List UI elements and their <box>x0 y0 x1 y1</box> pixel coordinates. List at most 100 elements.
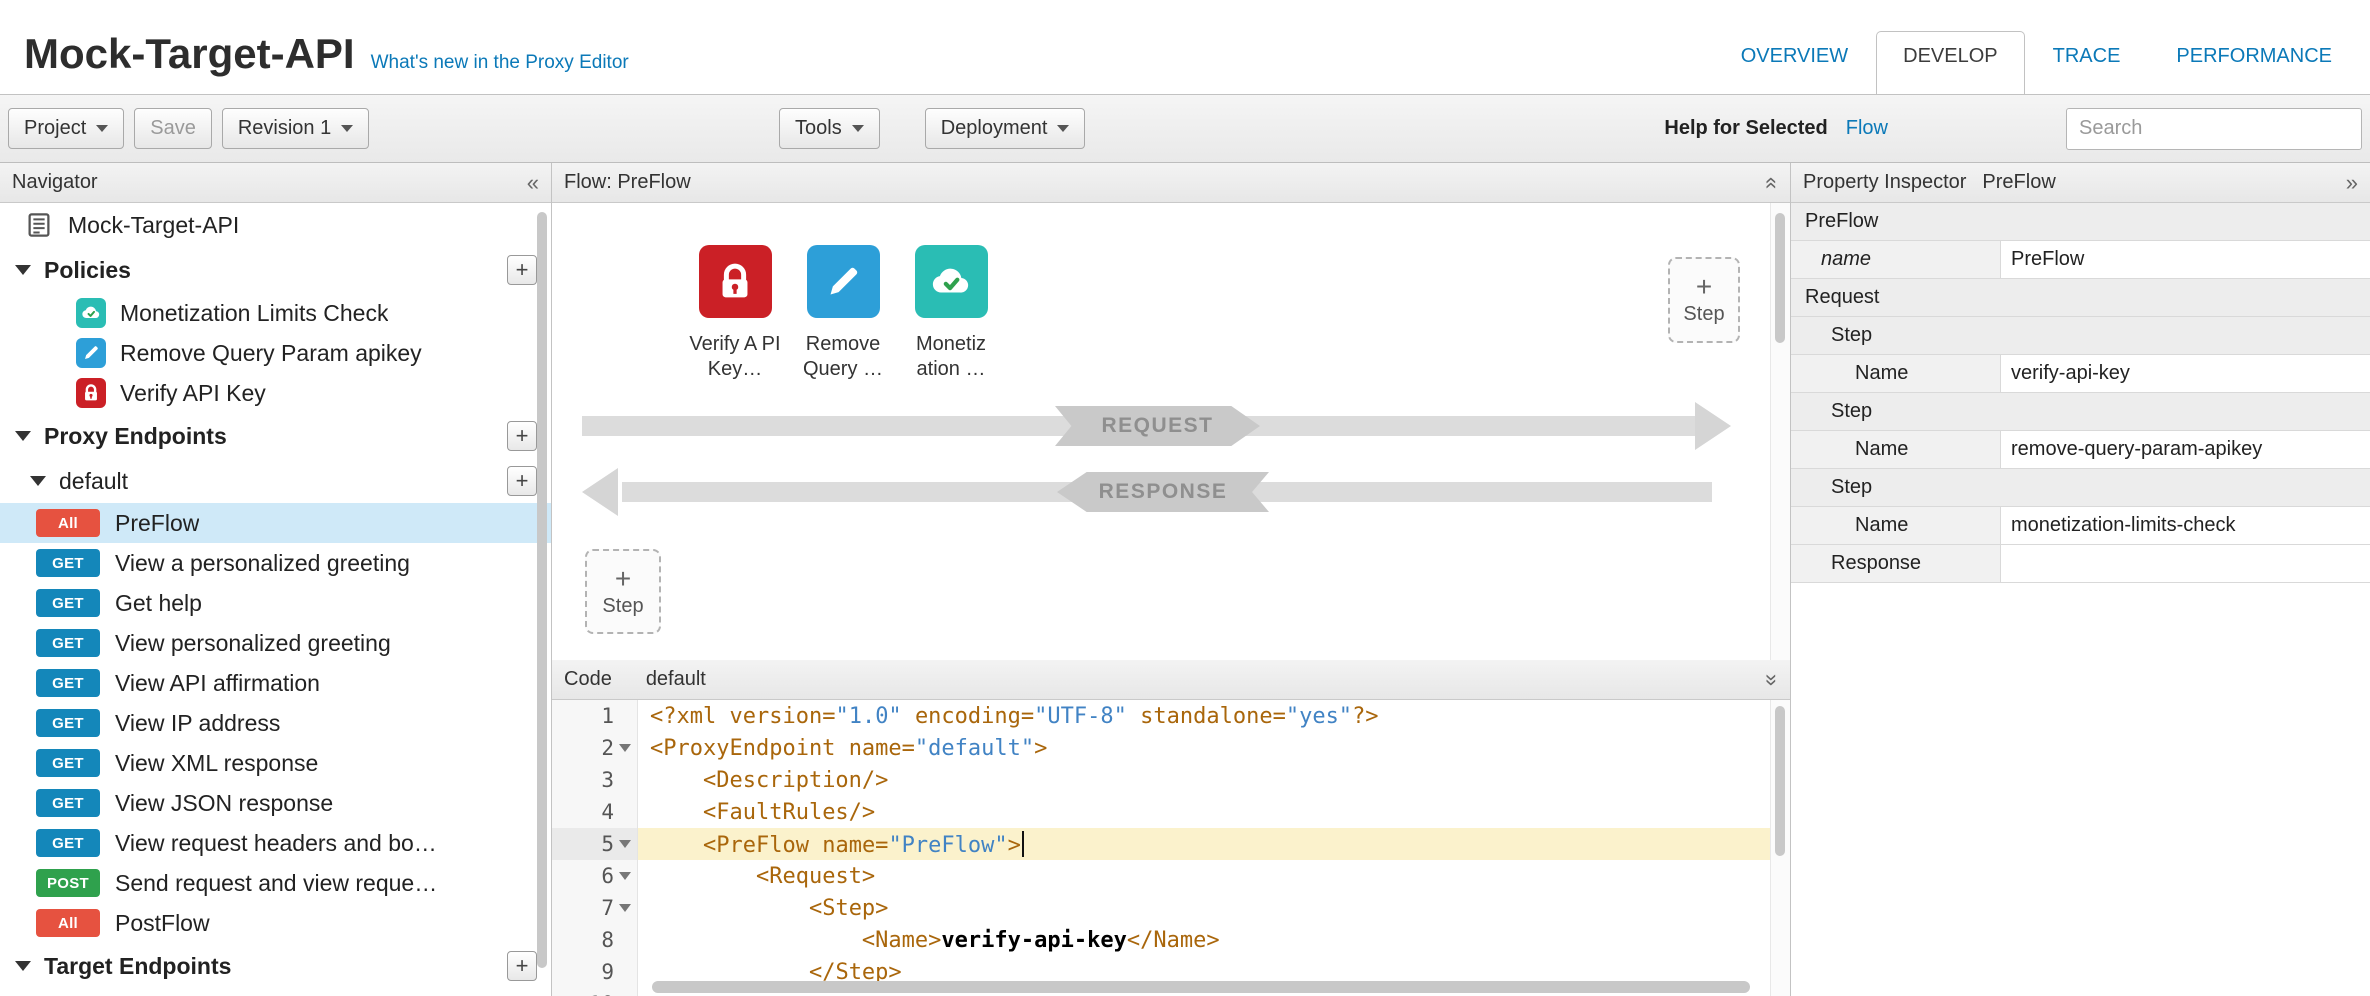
line-number: 8 <box>552 924 638 956</box>
inspector-value-field[interactable]: remove-query-param-apikey <box>2001 431 2370 468</box>
navigator-scrollbar[interactable] <box>537 212 547 968</box>
inspector-value-field[interactable]: PreFlow <box>2001 241 2370 278</box>
lock-icon <box>76 378 106 408</box>
nav-item-send-request-and-view-reque[interactable]: POSTSend request and view reque… <box>0 863 551 903</box>
nav-item-preflow[interactable]: AllPreFlow <box>0 503 551 543</box>
code-line[interactable]: 8 <Name>verify-api-key</Name> <box>552 924 1770 956</box>
code-line-text: <FaultRules/> <box>638 800 875 825</box>
cloud-check-icon <box>915 245 988 318</box>
flow-step-remove-query[interactable]: Remove Query … <box>788 245 898 382</box>
collapse-navigator-button[interactable]: « <box>527 170 539 196</box>
nav-item-mock-target-api[interactable]: Mock-Target-API <box>0 203 551 247</box>
code-line-text: <PreFlow name="PreFlow"> <box>638 831 1024 858</box>
nav-item-view-xml-response[interactable]: GETView XML response <box>0 743 551 783</box>
fold-toggle-icon[interactable] <box>619 872 631 880</box>
flow-title: Flow: PreFlow <box>564 171 691 194</box>
inspector-value-field[interactable]: monetization-limits-check <box>2001 507 2370 544</box>
method-badge: GET <box>36 549 100 577</box>
nav-item-view-json-response[interactable]: GETView JSON response <box>0 783 551 823</box>
revision-menu-button[interactable]: Revision 1 <box>222 108 369 149</box>
navigator-header: Navigator « <box>0 163 551 203</box>
code-line-body: <Step> <box>638 892 1770 924</box>
fold-toggle-icon[interactable] <box>619 904 631 912</box>
nav-item-monetization-limits-check[interactable]: Monetization Limits Check <box>0 293 551 333</box>
line-number: 4 <box>552 796 638 828</box>
deployment-menu-button[interactable]: Deployment <box>925 108 1086 149</box>
expand-inspector-button[interactable]: » <box>2346 170 2358 196</box>
method-badge: GET <box>36 789 100 817</box>
nav-item-view-ip-address[interactable]: GETView IP address <box>0 703 551 743</box>
nav-section-policies[interactable]: Policies + <box>0 247 551 293</box>
tab-overview[interactable]: OVERVIEW <box>1713 45 1876 94</box>
line-number-text: 7 <box>601 896 614 920</box>
nav-item-view-personalized-greeting[interactable]: GETView personalized greeting <box>0 623 551 663</box>
flow-step-monetiz-ation[interactable]: Monetiz ation … <box>896 245 1006 382</box>
fold-toggle-icon[interactable] <box>619 840 631 848</box>
tools-menu-button[interactable]: Tools <box>779 108 880 149</box>
add-proxy-endpoint-button[interactable]: + <box>507 421 537 451</box>
flow-step-verify-a-pi-key[interactable]: Verify A PI Key… <box>680 245 790 382</box>
fold-toggle-icon[interactable] <box>619 744 631 752</box>
save-button[interactable]: Save <box>134 108 212 149</box>
nav-section-label: Policies <box>44 257 131 284</box>
nav-section-proxy-endpoints[interactable]: Proxy Endpoints+ <box>0 413 551 459</box>
inspector-section-step: Step <box>1791 317 2370 355</box>
tab-trace[interactable]: TRACE <box>2025 45 2149 94</box>
lock-icon <box>699 245 772 318</box>
nav-item-view-request-headers-and-bo[interactable]: GETView request headers and bo… <box>0 823 551 863</box>
code-line[interactable]: 3 <Description/> <box>552 764 1770 796</box>
project-menu-button[interactable]: Project <box>8 108 124 149</box>
collapse-code-button[interactable]: » <box>1759 673 1785 685</box>
plus-icon: + <box>615 566 631 592</box>
flow-scrollbar-thumb[interactable] <box>1775 213 1785 343</box>
inspector-header: Property Inspector PreFlow » <box>1791 163 2370 203</box>
nav-item-remove-query-param-apikey[interactable]: Remove Query Param apikey <box>0 333 551 373</box>
whats-new-link[interactable]: What's new in the Proxy Editor <box>371 52 629 74</box>
inspector-row-name: Nameremove-query-param-apikey <box>1791 431 2370 469</box>
code-scrollbar-track[interactable] <box>1770 700 1790 996</box>
code-scrollbar-vertical[interactable] <box>1775 706 1785 856</box>
nav-item-postflow[interactable]: AllPostFlow <box>0 903 551 943</box>
nav-item-label: Verify API Key <box>120 380 266 407</box>
code-line[interactable]: 7 <Step> <box>552 892 1770 924</box>
collapse-flow-button[interactable]: « <box>1759 176 1785 188</box>
code-line[interactable]: 1<?xml version="1.0" encoding="UTF-8" st… <box>552 700 1770 732</box>
add-step-button-top[interactable]: + Step <box>1668 257 1740 343</box>
flow-canvas[interactable]: REQUEST RESPONSE + Step + Step Verify A … <box>552 203 1790 660</box>
nav-group-default[interactable]: default+ <box>0 459 551 503</box>
tab-performance[interactable]: PERFORMANCE <box>2148 45 2360 94</box>
code-line[interactable]: 4 <FaultRules/> <box>552 796 1770 828</box>
line-number: 1 <box>552 700 638 732</box>
nav-item-verify-api-key[interactable]: Verify API Key <box>0 373 551 413</box>
code-line-text: <Description/> <box>638 768 888 793</box>
add-flow-button[interactable]: + <box>507 466 537 496</box>
code-line[interactable]: 2<ProxyEndpoint name="default"> <box>552 732 1770 764</box>
inspector-value-field[interactable] <box>2001 545 2370 582</box>
line-number-text: 5 <box>601 832 614 856</box>
navigator-tree: Mock-Target-API Policies + Monetization Lim… <box>0 203 551 989</box>
nav-item-get-help[interactable]: GETGet help <box>0 583 551 623</box>
line-number: 3 <box>552 764 638 796</box>
code-line[interactable]: 5 <PreFlow name="PreFlow"> <box>552 828 1770 860</box>
nav-item-view-a-personalized-greeting[interactable]: GETView a personalized greeting <box>0 543 551 583</box>
line-number-text: 6 <box>601 864 614 888</box>
help-flow-link[interactable]: Flow <box>1846 117 1888 140</box>
code-line[interactable]: 6 <Request> <box>552 860 1770 892</box>
nav-item-label: View personalized greeting <box>115 630 391 657</box>
line-number: 2 <box>552 732 638 764</box>
inspector-value-field[interactable]: verify-api-key <box>2001 355 2370 392</box>
line-number-text: 8 <box>601 928 614 952</box>
code-scrollbar-horizontal[interactable] <box>652 981 1750 993</box>
nav-item-view-api-affirmation[interactable]: GETView API affirmation <box>0 663 551 703</box>
code-editor[interactable]: 1<?xml version="1.0" encoding="UTF-8" st… <box>552 700 1790 996</box>
add-step-button-bottom[interactable]: + Step <box>585 549 661 634</box>
tab-develop[interactable]: DEVELOP <box>1876 31 2024 94</box>
inspector-row-name: namePreFlow <box>1791 241 2370 279</box>
inspector-section-label: Step <box>1791 317 2370 354</box>
nav-section-target-endpoints[interactable]: Target Endpoints+ <box>0 943 551 989</box>
add-target-endpoint-button[interactable]: + <box>507 951 537 981</box>
add-policy-button[interactable]: + <box>507 255 537 285</box>
search-input[interactable] <box>2066 108 2362 150</box>
method-badge: GET <box>36 589 100 617</box>
flow-scrollbar-track[interactable] <box>1770 203 1790 660</box>
